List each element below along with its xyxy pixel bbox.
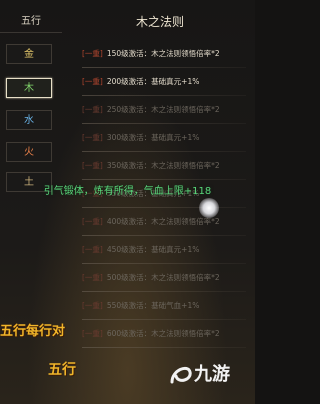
watermark-text: 九游 (194, 364, 230, 385)
law-text: 450级激活：基础真元+1% (106, 245, 200, 254)
law-text: 150级激活：木之法则领悟倍率*2 (106, 49, 220, 58)
law-text: 350级激活：木之法则领悟倍率*2 (106, 161, 220, 170)
law-text: 500级激活：木之法则领悟倍率*2 (106, 273, 220, 282)
law-row: [一重] 450级激活：基础真元+1% (82, 236, 254, 264)
law-row: [一重] 300级激活：基础真元+1% (82, 124, 254, 152)
touch-indicator-icon (199, 198, 219, 218)
law-text: 400级激活：木之法则领悟倍率*2 (106, 217, 220, 226)
law-row: [一重] 150级激活：木之法则领悟倍率*2 (82, 40, 254, 68)
overlay-caption-line2: 五行 (48, 362, 76, 378)
element-tab-wood[interactable]: 木 (6, 78, 52, 98)
law-tag: [一重] (82, 301, 103, 310)
law-text: 250级激活：木之法则领悟倍率*2 (106, 105, 220, 114)
game-screen: 五行 金 木 水 火 土 木之法则 [一重] 150级激活：木之法则领悟倍率*2 … (0, 0, 255, 404)
law-tag: [一重] (82, 105, 103, 114)
law-row: [一重] 250级激活：木之法则领悟倍率*2 (82, 96, 254, 124)
law-row: [一重] 400级激活：木之法则领悟倍率*2 (82, 208, 254, 236)
law-row: [一重] 350级激活：木之法则领悟倍率*2 (82, 152, 254, 180)
law-text: 200级激活：基础真元+1% (106, 77, 200, 86)
law-tag: [一重] (82, 77, 103, 86)
law-row: [一重] 500级激活：木之法则领悟倍率*2 (82, 264, 254, 292)
law-text: 600级激活：木之法则领悟倍率*2 (106, 329, 220, 338)
law-row: [一重] 200级激活：基础真元+1% (82, 68, 254, 96)
element-tab-fire[interactable]: 火 (6, 142, 52, 162)
element-tab-water[interactable]: 水 (6, 110, 52, 130)
panel-title: 木之法则 (135, 15, 184, 29)
law-tag: [一重] (82, 49, 103, 58)
law-text: 550级激活：基础气血+1% (106, 301, 200, 310)
law-tag: [一重] (82, 161, 103, 170)
element-tab-metal[interactable]: 金 (6, 44, 52, 64)
law-tag: [一重] (82, 133, 103, 142)
watermark-logo-icon (170, 366, 192, 384)
law-row: [一重] 550级激活：基础气血+1% (82, 292, 254, 320)
floating-notice: 引气锻体，炼有所得，气血上限+118 (43, 186, 212, 197)
overlay-caption-line1: 五行每行对 (0, 324, 66, 339)
law-text: 300级激活：基础真元+1% (106, 133, 200, 142)
watermark: 九游 (168, 360, 252, 390)
sidebar-title: 五行 (0, 12, 62, 33)
law-tag: [一重] (82, 217, 103, 226)
law-tag: [一重] (82, 273, 103, 282)
law-tag: [一重] (82, 245, 103, 254)
